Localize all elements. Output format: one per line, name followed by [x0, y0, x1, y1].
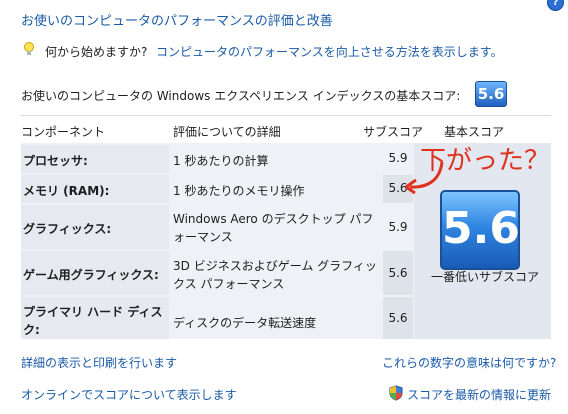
what-numbers-link[interactable]: これらの数字の意味は何ですか? — [382, 354, 556, 371]
page-title: お使いのコンピュータのパフォーマンスの評価と改善 — [21, 14, 333, 29]
tip-link[interactable]: コンピュータのパフォーマンスを向上させる方法を表示します。 — [156, 43, 503, 60]
header-subscore: サブスコア — [363, 125, 424, 139]
divider — [21, 115, 551, 116]
component-name: メモリ (RAM): — [23, 184, 110, 198]
component-name: ゲーム用グラフィックス: — [23, 268, 159, 282]
header-details: 評価についての詳細 — [173, 125, 281, 139]
annotation-arrow-icon — [405, 161, 444, 195]
header-basescore: 基本スコア — [444, 125, 505, 139]
shield-icon — [389, 385, 403, 401]
component-name: プロセッサ: — [23, 154, 88, 168]
tip-question: 何から始めますか? — [45, 45, 148, 59]
help-icon[interactable]: ? — [547, 0, 564, 11]
online-scores-link[interactable]: オンラインでスコアについて表示します — [21, 386, 237, 403]
header-component: コンポーネント — [21, 125, 106, 139]
component-name: グラフィックス: — [23, 222, 112, 236]
component-details: 1 秒あたりのメモリ操作 — [173, 184, 305, 198]
subscore: 5.6 — [383, 297, 413, 339]
subscore: 5.6 — [383, 251, 413, 295]
big-score-caption: 一番低いサブスコア — [430, 270, 539, 284]
lightbulb-icon — [24, 42, 34, 56]
component-details: 1 秒あたりの計算 — [173, 154, 269, 168]
refresh-scores-link[interactable]: スコアを最新の情報に更新 — [407, 386, 551, 403]
subscore: 5.9 — [383, 205, 413, 249]
component-details: Windows Aero のデスクトップ パフォーマンス — [173, 212, 374, 244]
details-print-link[interactable]: 詳細の表示と印刷を行います — [21, 354, 177, 371]
big-score-badge: 5.6 — [440, 190, 520, 270]
base-score-label: お使いのコンピュータの Windows エクスペリエンス インデックスの基本スコ… — [21, 89, 461, 103]
component-details: ディスクのデータ転送速度 — [173, 316, 317, 330]
component-details: 3D ビジネスおよびゲーム グラフィックス パフォーマンス — [173, 259, 377, 291]
component-name: プライマリ ハード ディスク: — [23, 305, 163, 337]
base-score-badge: 5.6 — [475, 81, 507, 107]
